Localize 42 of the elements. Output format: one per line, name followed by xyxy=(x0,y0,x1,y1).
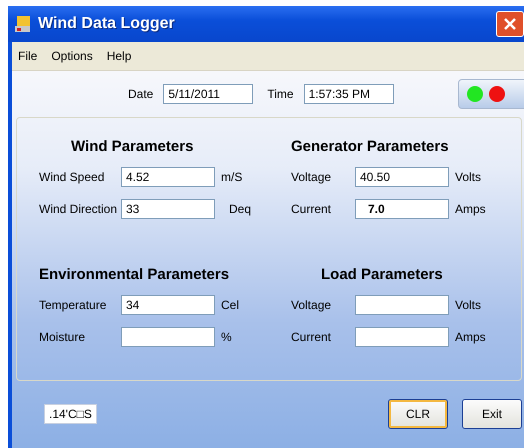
section-heading: Environmental Parameters xyxy=(39,266,230,283)
menu-item[interactable]: Help xyxy=(106,49,132,63)
value-field[interactable] xyxy=(121,327,215,347)
unit-label: m/S xyxy=(221,170,242,184)
action-button[interactable]: CLR xyxy=(388,399,448,429)
app-icon xyxy=(14,15,32,33)
field-label: Moisture xyxy=(39,330,86,344)
unit-label: Amps xyxy=(455,202,486,216)
unit-label: Amps xyxy=(455,330,486,344)
time-label: Time xyxy=(267,87,294,101)
window-title: Wind Data Logger xyxy=(38,15,175,33)
field-label: Current xyxy=(291,202,332,216)
field-label: Voltage xyxy=(291,298,332,312)
field-label: Temperature xyxy=(39,298,108,312)
close-icon xyxy=(502,16,518,32)
field-label: Wind Direction xyxy=(39,202,118,216)
value-field[interactable]: 33 xyxy=(121,199,215,219)
unit-label: Volts xyxy=(455,170,482,184)
unit-label: Cel xyxy=(221,298,240,312)
field-label: Voltage xyxy=(291,170,332,184)
section-heading: Generator Parameters xyxy=(291,138,450,155)
value-field[interactable] xyxy=(355,327,449,347)
unit-label: Deq xyxy=(229,202,252,216)
value-field[interactable]: 40.50 xyxy=(355,167,449,187)
section-heading: Load Parameters xyxy=(320,266,444,283)
value-field[interactable] xyxy=(355,295,449,315)
close-button[interactable] xyxy=(496,11,524,37)
time-field[interactable]: 1:57:35 PM xyxy=(304,84,394,104)
date-field[interactable]: 5/11/2011 xyxy=(163,84,254,104)
status-field: .14'C□S xyxy=(44,404,97,424)
value-field[interactable]: 7.0 xyxy=(355,199,449,219)
action-button[interactable]: Exit xyxy=(462,399,522,429)
menu-item[interactable]: File xyxy=(18,49,38,63)
unit-label: % xyxy=(221,330,232,344)
value-field[interactable]: 4.52 xyxy=(121,167,215,187)
value-field[interactable]: 34 xyxy=(121,295,215,315)
menu-item[interactable]: Options xyxy=(51,49,93,63)
date-label: Date xyxy=(128,87,154,101)
unit-label: Volts xyxy=(455,298,482,312)
section-heading: Wind Parameters xyxy=(70,138,194,155)
field-label: Wind Speed xyxy=(39,170,106,184)
field-label: Current xyxy=(291,330,332,344)
